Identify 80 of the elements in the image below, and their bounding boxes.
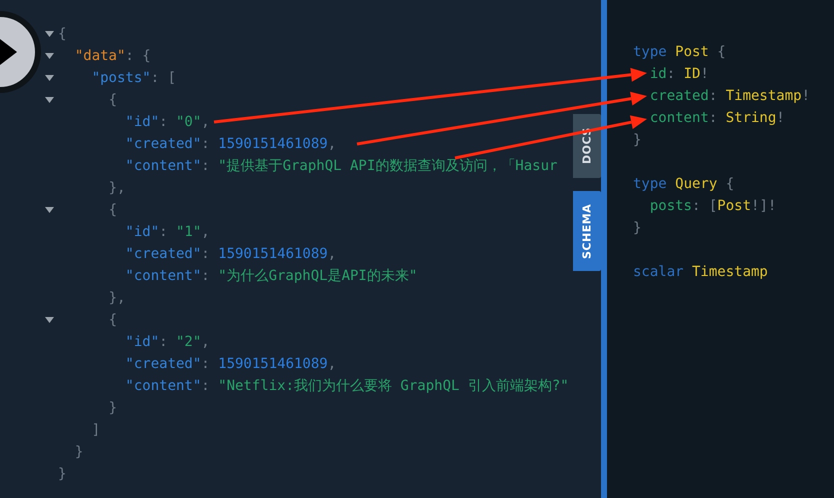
code-punctuation: : — [666, 66, 676, 82]
code-punctuation: ! — [700, 66, 709, 82]
code-punctuation: } — [633, 132, 642, 148]
code-punctuation: } — [633, 220, 642, 236]
side-tab[interactable]: SCHEMA — [573, 191, 601, 271]
code-string: "提供基于GraphQL API的数据查询及访问，「Hasur — [218, 157, 558, 175]
code-punctuation: { — [716, 44, 726, 60]
code-punctuation: ! — [776, 110, 785, 126]
code-key: "created" — [125, 356, 202, 372]
code-punctuation: } — [108, 400, 117, 416]
code-punctuation: : — [201, 356, 211, 372]
code-number: 1590151461089 — [218, 136, 328, 152]
code-type: String — [726, 110, 776, 126]
code-key: "id" — [125, 334, 160, 350]
code-punctuation: , — [201, 114, 210, 130]
code-field: created — [650, 88, 709, 104]
code-root-key: "data" — [74, 48, 126, 64]
code-punctuation: } — [74, 444, 84, 460]
code-punctuation: !]! — [751, 198, 776, 214]
collapse-icon[interactable] — [45, 97, 54, 103]
code-punctuation: : — [708, 110, 718, 126]
code-punctuation: { — [108, 312, 117, 328]
code-key: "content" — [125, 378, 202, 394]
code-punctuation: , — [328, 356, 336, 372]
code-key: "id" — [125, 224, 160, 240]
code-punctuation: ] — [92, 422, 100, 438]
code-type: Timestamp — [726, 88, 802, 104]
collapse-icon[interactable] — [45, 317, 54, 323]
code-string: "Netflix:我们为什么要将 GraphQL 引入前端架构?" — [218, 377, 569, 395]
code-punctuation: }, — [108, 290, 126, 306]
code-punctuation: : — [201, 246, 211, 262]
code-punctuation: : — [159, 334, 169, 350]
code-punctuation: : — [201, 378, 211, 394]
collapse-icon[interactable] — [45, 53, 54, 59]
code-punctuation: : [ — [150, 70, 176, 86]
code-key: "posts" — [92, 70, 151, 86]
code-punctuation: } — [58, 466, 66, 482]
code-key: "content" — [125, 158, 202, 174]
code-key: "content" — [125, 268, 202, 284]
code-string: "0" — [176, 114, 202, 130]
code-key: "created" — [125, 136, 202, 152]
code-number: 1590151461089 — [218, 246, 328, 262]
code-type: Query — [675, 176, 718, 192]
code-string: "1" — [176, 224, 202, 240]
code-type: Timestamp — [692, 264, 768, 280]
code-punctuation: : — [159, 224, 169, 240]
code-punctuation: : — [201, 158, 211, 174]
code-punctuation: , — [328, 246, 336, 262]
code-punctuation: : { — [125, 48, 151, 64]
code-keyword: scalar — [633, 264, 684, 280]
code-keyword: type — [633, 176, 667, 192]
code-string: "为什么GraphQL是API的未来" — [218, 267, 418, 285]
code-field: posts — [650, 198, 692, 214]
code-punctuation: , — [201, 224, 210, 240]
code-punctuation: , — [201, 334, 210, 350]
code-punctuation: : — [201, 268, 211, 284]
collapse-icon[interactable] — [45, 207, 54, 213]
code-number: 1590151461089 — [218, 356, 328, 372]
code-field: id — [650, 66, 667, 82]
code-punctuation: : [ — [692, 198, 718, 214]
code-punctuation: { — [724, 176, 734, 192]
code-punctuation: { — [58, 26, 66, 42]
code-punctuation: { — [108, 92, 117, 108]
code-punctuation: : — [201, 136, 211, 152]
collapse-icon[interactable] — [45, 75, 54, 81]
code-punctuation: { — [108, 202, 117, 218]
code-keyword: type — [633, 44, 667, 60]
code-key: "created" — [125, 246, 202, 262]
code-field: content — [650, 110, 709, 126]
code-string: "2" — [176, 334, 202, 350]
code-type: ID — [684, 66, 700, 82]
code-type: Post — [675, 44, 709, 60]
code-punctuation: : — [159, 114, 169, 130]
collapse-icon[interactable] — [45, 31, 54, 37]
code-punctuation: , — [328, 136, 336, 152]
code-punctuation: }, — [108, 180, 126, 196]
code-punctuation: : — [708, 88, 718, 104]
code-type: Post — [717, 198, 752, 214]
code-punctuation: ! — [802, 88, 810, 104]
code-key: "id" — [125, 114, 160, 130]
